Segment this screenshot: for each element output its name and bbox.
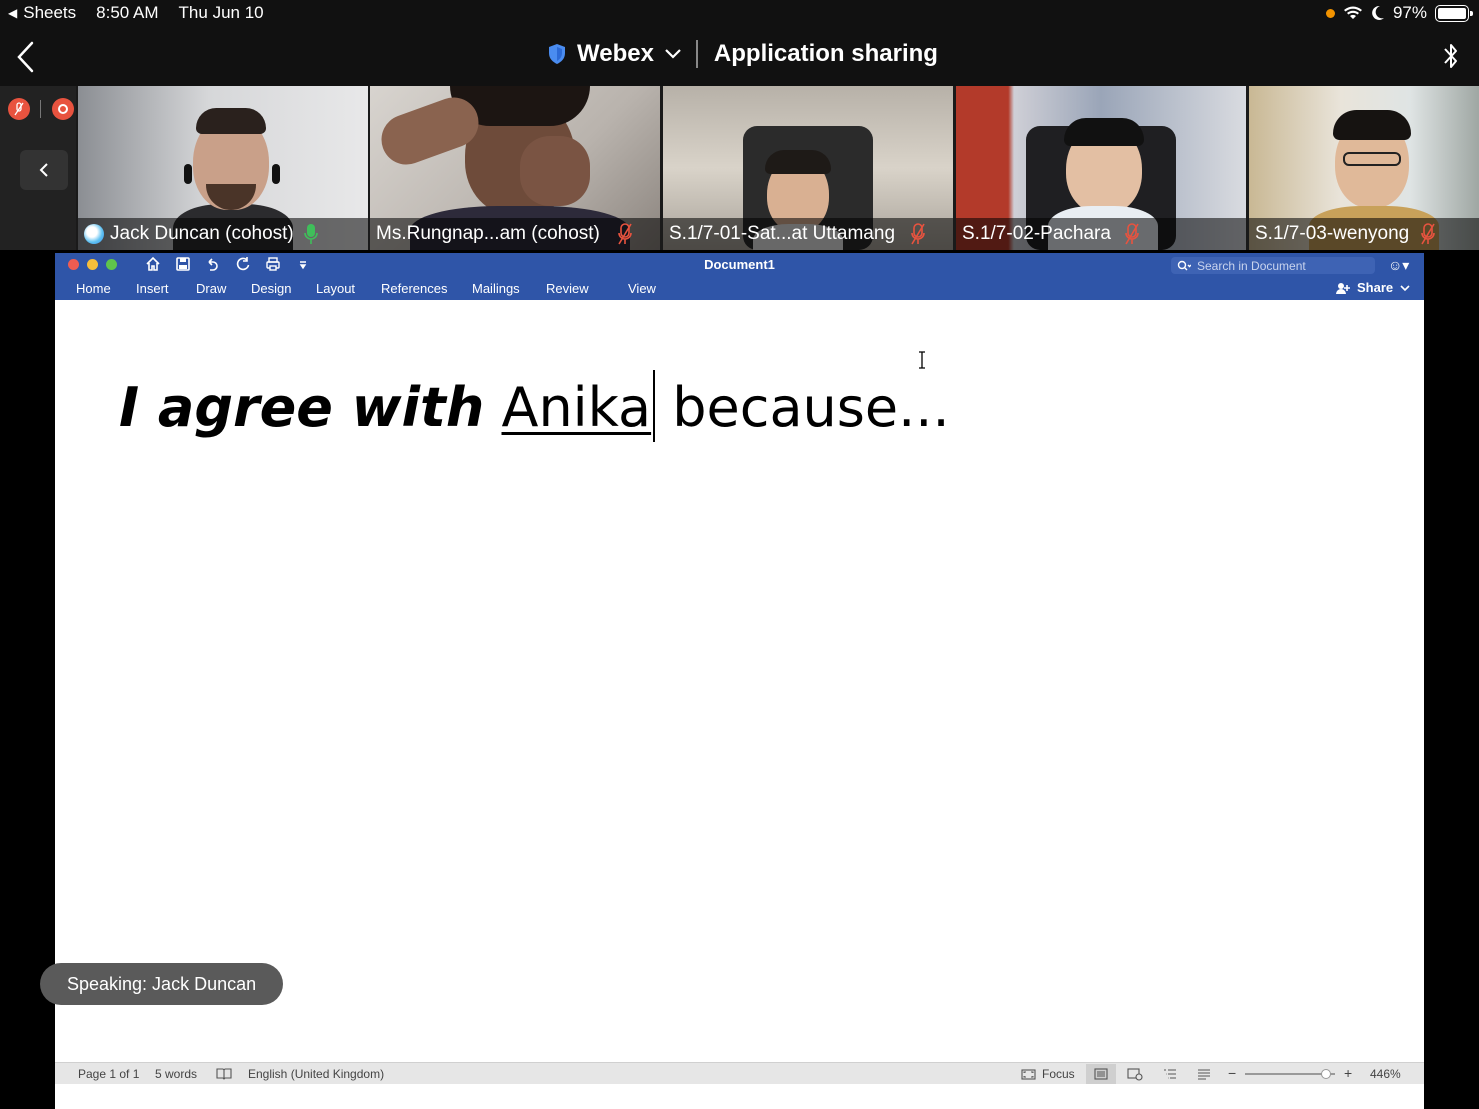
ios-status-bar: ◀ Sheets 8:50 AM Thu Jun 10 97% [0,0,1479,28]
battery-icon [1435,4,1473,22]
battery-percent: 97% [1392,3,1427,22]
text-plain: because... [672,376,950,439]
search-icon [1177,260,1191,270]
text-underlined: Anika [501,376,652,439]
mic-in-use-dot-icon [1325,8,1335,18]
share-label: Share [1357,280,1394,295]
participant-tile[interactable]: Jack Duncan (cohost) [78,86,368,250]
participant-tile[interactable]: Ms.Rungnap...am (cohost) [370,86,660,250]
strip-controls [0,86,76,250]
wifi-icon [1343,6,1362,19]
participant-name-bar: S.1/7-03-wenyong [1249,218,1479,250]
web-layout-view-button[interactable] [1120,1064,1150,1084]
text-bold-italic: I agree with [119,376,485,439]
tab-review[interactable]: Review [546,281,628,296]
participant-name-bar: Ms.Rungnap...am (cohost) [370,218,660,250]
muted-badge[interactable] [8,98,30,120]
participant-tile[interactable]: S.1/7-02-Pachara [956,86,1246,250]
zoom-out-icon[interactable]: − [1228,1065,1236,1081]
ribbon-tabs: Home Insert Draw Design Layout Reference… [76,281,668,296]
document-text-line[interactable]: I agree with Anika because... [119,370,950,442]
tab-mailings[interactable]: Mailings [472,281,546,296]
participant-name: Jack Duncan (cohost) [110,223,294,244]
status-date: Thu Jun 10 [178,3,264,22]
outline-view-button[interactable] [1155,1064,1185,1084]
mic-muted-icon [14,102,24,116]
speaking-indicator: Speaking: Jack Duncan [40,963,283,1005]
word-status-bar: Page 1 of 1 5 words English (United King… [55,1062,1424,1084]
search-document-field[interactable]: Search in Document [1171,257,1375,274]
focus-label: Focus [1042,1067,1075,1081]
speaking-label: Speaking: Jack Duncan [67,973,257,994]
draft-view-button[interactable] [1189,1064,1219,1084]
ibeam-cursor-icon [919,351,925,369]
tab-draw[interactable]: Draw [196,281,251,296]
print-layout-view-button[interactable] [1086,1064,1116,1084]
zoom-slider-thumb[interactable] [1321,1069,1331,1079]
focus-icon [1021,1068,1036,1080]
badge-divider [40,100,41,118]
add-person-icon [1336,282,1350,294]
mic-muted-icon [911,223,925,245]
search-placeholder: Search in Document [1197,258,1306,273]
webex-header: Webex Application sharing [0,28,1479,86]
record-icon [58,104,68,114]
web-layout-icon [1127,1067,1143,1081]
mic-active-icon [303,224,318,244]
strip-collapse-button[interactable] [20,150,68,190]
moon-icon [1372,5,1384,20]
sharing-mode-title: Application sharing [713,40,938,67]
participant-name: S.1/7-01-Sat...at Uttamang [669,223,896,244]
participant-name-bar: Jack Duncan (cohost) [78,218,368,250]
print-layout-icon [1094,1068,1108,1080]
participant-name: Ms.Rungnap...am (cohost) [376,223,600,244]
outline-icon [1164,1069,1176,1079]
status-time: 8:50 AM [96,3,159,22]
participant-name-bar: S.1/7-02-Pachara [956,218,1246,250]
chevron-down-icon [1400,284,1410,291]
bluetooth-icon[interactable] [1441,40,1461,72]
text-caret [653,370,656,442]
word-count[interactable]: 5 words [155,1067,197,1081]
participants-strip: Jack Duncan (cohost) Ms.Rungnap...am (co… [0,86,1479,250]
participant-name-bar: S.1/7-01-Sat...at Uttamang [663,218,953,250]
chevron-left-icon [39,163,48,177]
tab-layout[interactable]: Layout [316,281,381,296]
participant-tile[interactable]: S.1/7-01-Sat...at Uttamang [663,86,953,250]
tab-home[interactable]: Home [76,281,136,296]
document-canvas[interactable]: I agree with Anika because... [55,300,1424,1062]
feedback-smiley-icon[interactable]: ☺▾ [1388,257,1416,273]
zoom-percentage[interactable]: 446% [1370,1067,1401,1081]
share-button[interactable]: Share [1335,280,1411,295]
participant-name: S.1/7-03-wenyong [1255,223,1410,244]
back-triangle-icon: ◀ [8,6,18,20]
app-name-dropdown[interactable]: Webex [577,40,654,68]
tab-references[interactable]: References [381,281,472,296]
mic-muted-icon [1421,223,1436,245]
mic-muted-icon [1125,223,1139,245]
chevron-down-icon[interactable] [664,48,682,60]
word-ribbon: Document1 Search in Document ☺▾ Home Ins… [55,253,1424,300]
focus-mode-button[interactable]: Focus [1021,1067,1075,1081]
tab-design[interactable]: Design [251,281,316,296]
language-indicator[interactable]: English (United Kingdom) [248,1067,384,1081]
participant-name: S.1/7-02-Pachara [962,223,1111,244]
title-divider [695,40,698,68]
draft-icon [1198,1069,1210,1080]
shield-icon [549,44,565,64]
page-count[interactable]: Page 1 of 1 [78,1067,139,1081]
participant-tile[interactable]: S.1/7-03-wenyong [1249,86,1479,250]
zoom-in-icon[interactable]: + [1344,1065,1352,1081]
tab-insert[interactable]: Insert [136,281,196,296]
tab-view[interactable]: View [628,281,668,296]
back-app-label: Sheets [23,3,77,22]
proofing-book-icon[interactable] [216,1067,232,1080]
webex-logo-icon [84,224,104,244]
back-to-app-link[interactable]: ◀ Sheets [8,3,76,23]
mic-muted-icon [618,223,632,245]
back-chevron-icon[interactable] [14,40,36,74]
recording-badge[interactable] [52,98,74,120]
